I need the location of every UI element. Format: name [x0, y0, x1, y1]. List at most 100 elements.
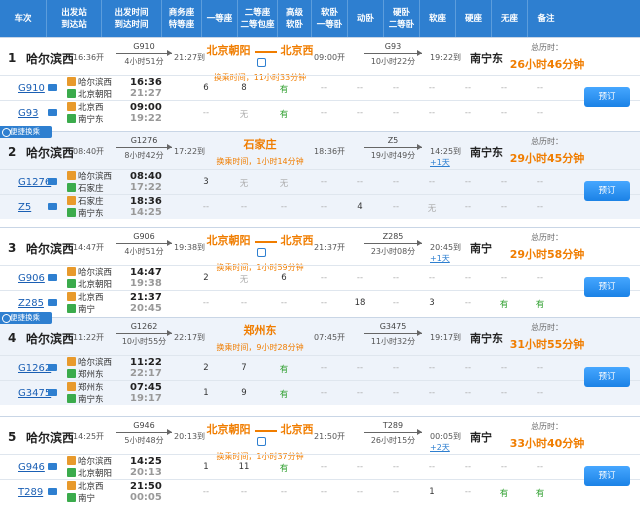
leg-from-name: 石家庄: [78, 197, 104, 207]
seat-availability: 1: [429, 487, 435, 497]
leg-stations: 哈尔滨西 北京朝阳: [67, 77, 112, 101]
train-number-link[interactable]: Z5: [18, 202, 31, 213]
header-cell: 软座: [420, 0, 456, 37]
seat-availability: --: [392, 298, 400, 308]
leg-stations: 哈尔滨西 石家庄: [67, 171, 112, 195]
seat-availability: 1: [203, 462, 209, 472]
train-type-icon: [48, 488, 57, 495]
seat-availability: 4: [357, 202, 363, 212]
seat-availability: --: [356, 83, 364, 93]
train-number-link[interactable]: T289: [18, 487, 43, 498]
train-type-icon: [48, 299, 57, 306]
leg-to-name: 郑州东: [78, 370, 104, 380]
book-button[interactable]: 预订: [584, 87, 630, 107]
seat-availability: --: [320, 202, 328, 212]
train-number-link[interactable]: G1276: [18, 177, 51, 188]
map-icon[interactable]: [256, 248, 266, 257]
next-day-link[interactable]: +2天: [430, 442, 461, 453]
header-cell: 车次: [0, 0, 47, 37]
book-button[interactable]: 预订: [584, 277, 630, 297]
next-day-link[interactable]: +1天: [430, 157, 461, 168]
train-number-link[interactable]: G93: [18, 108, 38, 119]
train-number-link[interactable]: G906: [18, 273, 45, 284]
seat-availability: --: [202, 298, 210, 308]
first-train-duration: 4小时51分: [124, 57, 164, 66]
train-number-link[interactable]: G3475: [18, 388, 51, 399]
total-value: 29小时58分钟: [509, 248, 585, 261]
start-station: 哈尔滨西: [26, 242, 75, 256]
book-button[interactable]: 预订: [584, 181, 630, 201]
first-train-code[interactable]: G906: [116, 232, 172, 241]
seat-availability: --: [500, 273, 508, 283]
leg-from: 哈尔滨西: [67, 77, 112, 89]
leg-to-name: 南宁: [78, 305, 96, 315]
start-station-icon: [67, 357, 76, 366]
second-train-code[interactable]: Z5: [364, 136, 422, 145]
train-number-link[interactable]: G1262: [18, 363, 51, 374]
book-button[interactable]: 预订: [584, 367, 630, 387]
start-station: 哈尔滨西: [26, 431, 75, 445]
seat-availability: --: [464, 83, 472, 93]
leg-to: 南宁东: [67, 394, 104, 406]
seat-availability: 6: [281, 273, 287, 283]
train-number-link[interactable]: G946: [18, 462, 45, 473]
leg-arrive: 20:45: [130, 303, 162, 314]
final-arrival: 20:45到 +1天: [430, 242, 461, 264]
seat-availability: --: [464, 108, 472, 118]
transfer-station-arrive: 郑州东: [243, 324, 277, 337]
first-train-code[interactable]: G1276: [116, 136, 172, 145]
seat-availability: 有: [535, 489, 545, 499]
second-train-code[interactable]: G93: [364, 42, 422, 51]
transfer-stations: 北京朝阳 北京西: [205, 42, 315, 68]
first-arrival-time: 20:13到: [174, 432, 206, 441]
leg-from-name: 郑州东: [78, 383, 104, 393]
transfer-results-table: 车次 出发站 到达站 出发时间 到达时间 商务座 特等座 一等座 二等座 二等包座 高级 软…: [0, 0, 640, 506]
transfer-group: 1 哈尔滨西 16:36开 G910 4小时51分 21:27到 北京朝阳 北京西 换乘时间，1…: [0, 37, 640, 125]
start-station-icon: [67, 382, 76, 391]
first-train-duration: 8小时42分: [124, 151, 164, 160]
second-train-duration: 26小时15分: [370, 436, 416, 445]
leg-row: Z285 北京西 南宁 21:37 20:45 -- -- -- -- 18 -- 3 -- 有 有: [0, 290, 640, 315]
next-day-link[interactable]: +1天: [430, 253, 461, 264]
seat-availability: 11: [238, 462, 250, 472]
leg-arrive: 19:17: [130, 393, 162, 404]
leg-stations: 石家庄 南宁东: [67, 196, 104, 220]
map-icon[interactable]: [256, 437, 266, 446]
arrow-line: [364, 240, 422, 246]
seat-availability: 无: [239, 275, 249, 285]
seat-availability: 有: [279, 110, 289, 120]
total-value: 26小时46分钟: [509, 58, 585, 71]
seat-availability: --: [536, 388, 544, 398]
book-button[interactable]: 预订: [584, 466, 630, 486]
first-train-code[interactable]: G946: [116, 421, 172, 430]
start-station-icon: [67, 481, 76, 490]
leg-stations: 哈尔滨西 郑州东: [67, 357, 112, 381]
second-train-track: G93 10小时22分: [364, 42, 422, 67]
second-train-code[interactable]: T289: [364, 421, 422, 430]
leg-row: G1276 哈尔滨西 石家庄 08:40 17:22 3 无 无 -- -- -- -- -- -- --: [0, 169, 640, 194]
arrow-line: [116, 429, 172, 435]
second-train-code[interactable]: G3475: [364, 322, 422, 331]
first-train-code[interactable]: G1262: [116, 322, 172, 331]
arrow-line: [364, 50, 422, 56]
leg-arrive: 20:13: [130, 467, 162, 478]
seat-availability: --: [464, 363, 472, 373]
end-station-icon: [67, 394, 76, 403]
second-train-code[interactable]: Z285: [364, 232, 422, 241]
first-train-duration: 4小时51分: [124, 247, 164, 256]
first-train-code[interactable]: G910: [116, 42, 172, 51]
seat-availability: --: [356, 177, 364, 187]
header-cell: 动卧: [348, 0, 384, 37]
map-icon[interactable]: [256, 58, 266, 67]
transfer-stations: 北京朝阳 北京西: [205, 232, 315, 258]
leg-rows: G1262 哈尔滨西 郑州东 11:22 22:17 2 7 有 -- -- -- -- -- -- -- G…: [0, 355, 640, 405]
summary-row: 4 哈尔滨西 11:22开 G1262 10小时55分 22:17到 郑州东 换乘时间，9小时…: [0, 318, 640, 355]
train-number-link[interactable]: G910: [18, 83, 45, 94]
leg-times: 21:37 20:45: [130, 292, 162, 314]
train-type-icon: [48, 274, 57, 281]
train-number-link[interactable]: Z285: [18, 298, 44, 309]
summary-row: 1 哈尔滨西 16:36开 G910 4小时51分 21:27到 北京朝阳 北京西 换乘时间，1…: [0, 38, 640, 82]
seat-availability: 8: [241, 83, 247, 93]
total-label: 总历时：: [531, 233, 563, 242]
seat-availability: --: [280, 487, 288, 497]
